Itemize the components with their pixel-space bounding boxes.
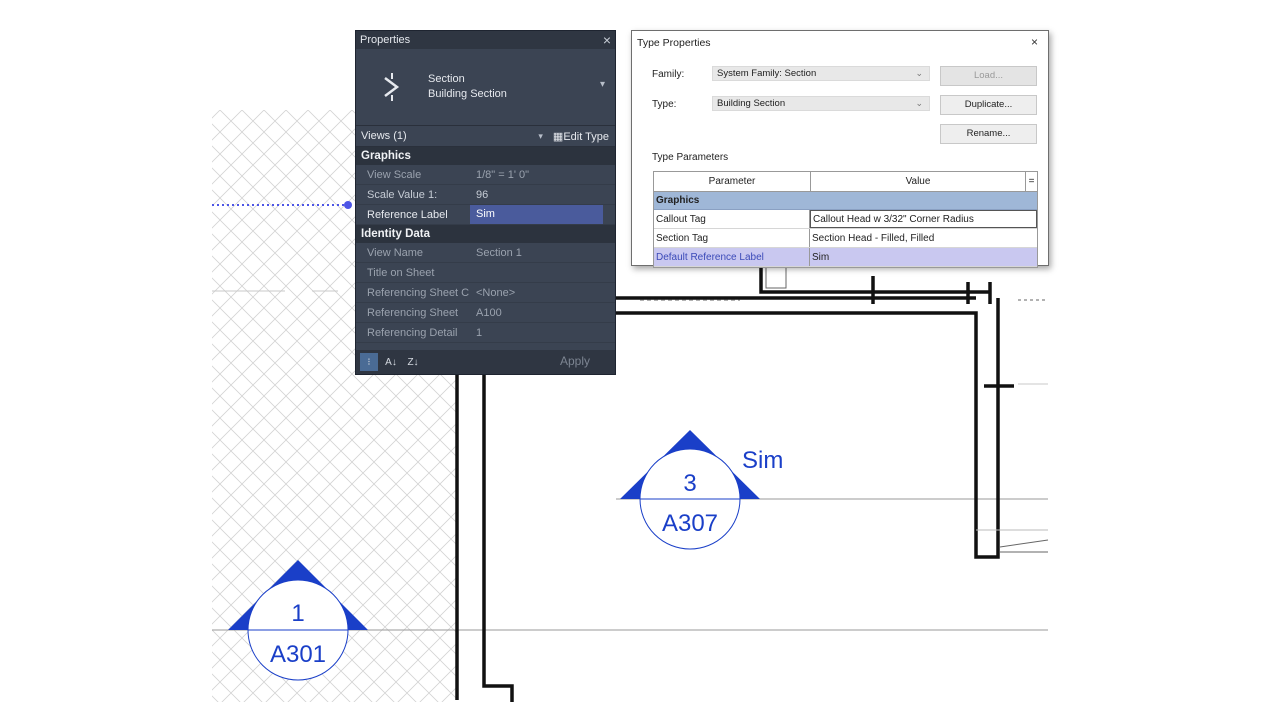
table-row[interactable]: Default Reference Label Sim	[654, 248, 1037, 267]
parameter-name: Callout Tag	[654, 210, 810, 228]
property-value[interactable]: A100	[470, 307, 615, 319]
type-parameters-heading: Type Parameters	[652, 152, 729, 163]
sort-descending-icon[interactable]: Z↓	[404, 353, 422, 371]
value-column-header[interactable]: Value	[811, 172, 1026, 191]
grid-header: Parameter Value =	[654, 172, 1037, 192]
property-value[interactable]: 1/8" = 1' 0"	[470, 169, 615, 181]
type-parameters-grid: Parameter Value = Graphics Callout Tag C…	[653, 171, 1038, 268]
table-row[interactable]: Reference Label Sim	[356, 205, 615, 225]
family-dropdown[interactable]: System Family: Section ⌄	[712, 66, 930, 81]
dialog-title: Type Properties	[637, 37, 711, 49]
property-group[interactable]: Identity Data	[356, 225, 615, 243]
property-name: Title on Sheet	[367, 266, 435, 279]
apply-button[interactable]: Apply	[560, 354, 590, 368]
type-properties-dialog[interactable]: Type Properties × Family: System Family:…	[631, 30, 1049, 268]
views-selector[interactable]: Views (1)	[361, 130, 407, 142]
type-label: Type:	[652, 99, 677, 110]
table-row[interactable]: Title on Sheet	[356, 263, 615, 283]
property-name: Reference Label	[367, 208, 448, 221]
categorize-icon[interactable]: ⁝	[360, 353, 378, 371]
parameter-name: Section Tag	[654, 229, 810, 247]
callout-number: 1	[291, 600, 304, 627]
parameter-name: Default Reference Label	[654, 248, 810, 266]
table-row[interactable]: Referencing Sheet A100	[356, 303, 615, 323]
property-value[interactable]: 1	[470, 327, 615, 339]
property-name: View Scale	[367, 168, 422, 181]
callout-sheet: A301	[270, 641, 326, 668]
type-value: Building Section	[717, 98, 786, 109]
property-name: Referencing Sheet	[367, 306, 459, 319]
properties-titlebar[interactable]: Properties ×	[356, 31, 615, 49]
section-callout[interactable]: 3 A307 Sim	[620, 430, 783, 550]
table-row[interactable]: Callout Tag Callout Head w 3/32" Corner …	[654, 210, 1037, 229]
property-value[interactable]: Sim	[470, 205, 603, 224]
family-label: Family:	[652, 69, 685, 80]
parameter-value[interactable]: Sim	[810, 248, 1037, 266]
property-name: Referencing Sheet C...	[367, 286, 470, 299]
callout-reference-label: Sim	[742, 447, 783, 474]
chevron-down-icon[interactable]: ▾	[600, 79, 605, 90]
load-button[interactable]: Load...	[940, 66, 1037, 86]
property-name: Referencing Detail	[367, 326, 458, 339]
callout-number: 3	[683, 470, 696, 497]
table-row[interactable]: Referencing Detail 1	[356, 323, 615, 343]
table-row[interactable]: Section Tag Section Head - Filled, Fille…	[654, 229, 1037, 248]
edit-type-button[interactable]: ▦Edit Type	[553, 130, 609, 143]
section-type-icon	[362, 57, 422, 117]
chevron-down-icon[interactable]: ▾	[538, 131, 543, 142]
edit-type-icon: ▦	[552, 130, 564, 143]
parameter-column-header[interactable]: Parameter	[654, 172, 811, 191]
chevron-down-icon: ⌄	[915, 68, 923, 78]
type-selector[interactable]: Section Building Section ▾	[356, 49, 615, 126]
type-name: Building Section	[428, 88, 507, 100]
instance-filter-row: Views (1) ▾ ▦Edit Type	[356, 126, 615, 147]
family-value: System Family: Section	[717, 68, 817, 79]
property-group[interactable]: Graphics	[356, 147, 615, 165]
type-family-name: Section	[428, 73, 465, 85]
close-icon[interactable]: ×	[1031, 35, 1038, 49]
property-value[interactable]: Section 1	[470, 247, 615, 259]
table-row[interactable]: Referencing Sheet C... <None>	[356, 283, 615, 303]
type-dropdown[interactable]: Building Section ⌄	[712, 96, 930, 111]
properties-title: Properties	[360, 34, 411, 46]
property-name: Scale Value 1:	[367, 188, 438, 201]
parameter-group-graphics[interactable]: Graphics	[654, 192, 1037, 210]
sort-ascending-icon[interactable]: A↓	[382, 353, 400, 371]
properties-palette[interactable]: Properties × Section Building Section ▾ …	[355, 30, 616, 375]
reference-grip[interactable]	[344, 201, 352, 209]
property-value[interactable]: <None>	[470, 287, 615, 299]
close-icon[interactable]: ×	[603, 33, 611, 47]
properties-toolbar: ⁝ A↓ Z↓ Apply	[356, 350, 615, 374]
rename-button[interactable]: Rename...	[940, 124, 1037, 144]
chevron-down-icon: ⌄	[915, 98, 923, 108]
extra-column-header[interactable]: =	[1026, 172, 1037, 191]
table-row[interactable]: View Name Section 1	[356, 243, 615, 263]
parameter-value[interactable]: Section Head - Filled, Filled	[810, 229, 1037, 247]
properties-grid: Graphics View Scale 1/8" = 1' 0" Scale Valu…	[356, 147, 615, 343]
callout-sheet: A307	[662, 510, 718, 537]
table-row[interactable]: Scale Value 1: 96	[356, 185, 615, 205]
property-value[interactable]: 96	[470, 189, 615, 201]
property-name: View Name	[367, 246, 424, 259]
parameter-value-field[interactable]: Callout Head w 3/32" Corner Radius	[810, 210, 1037, 228]
edit-type-label: Edit Type	[563, 130, 609, 143]
duplicate-button[interactable]: Duplicate...	[940, 95, 1037, 115]
table-row[interactable]: View Scale 1/8" = 1' 0"	[356, 165, 615, 185]
